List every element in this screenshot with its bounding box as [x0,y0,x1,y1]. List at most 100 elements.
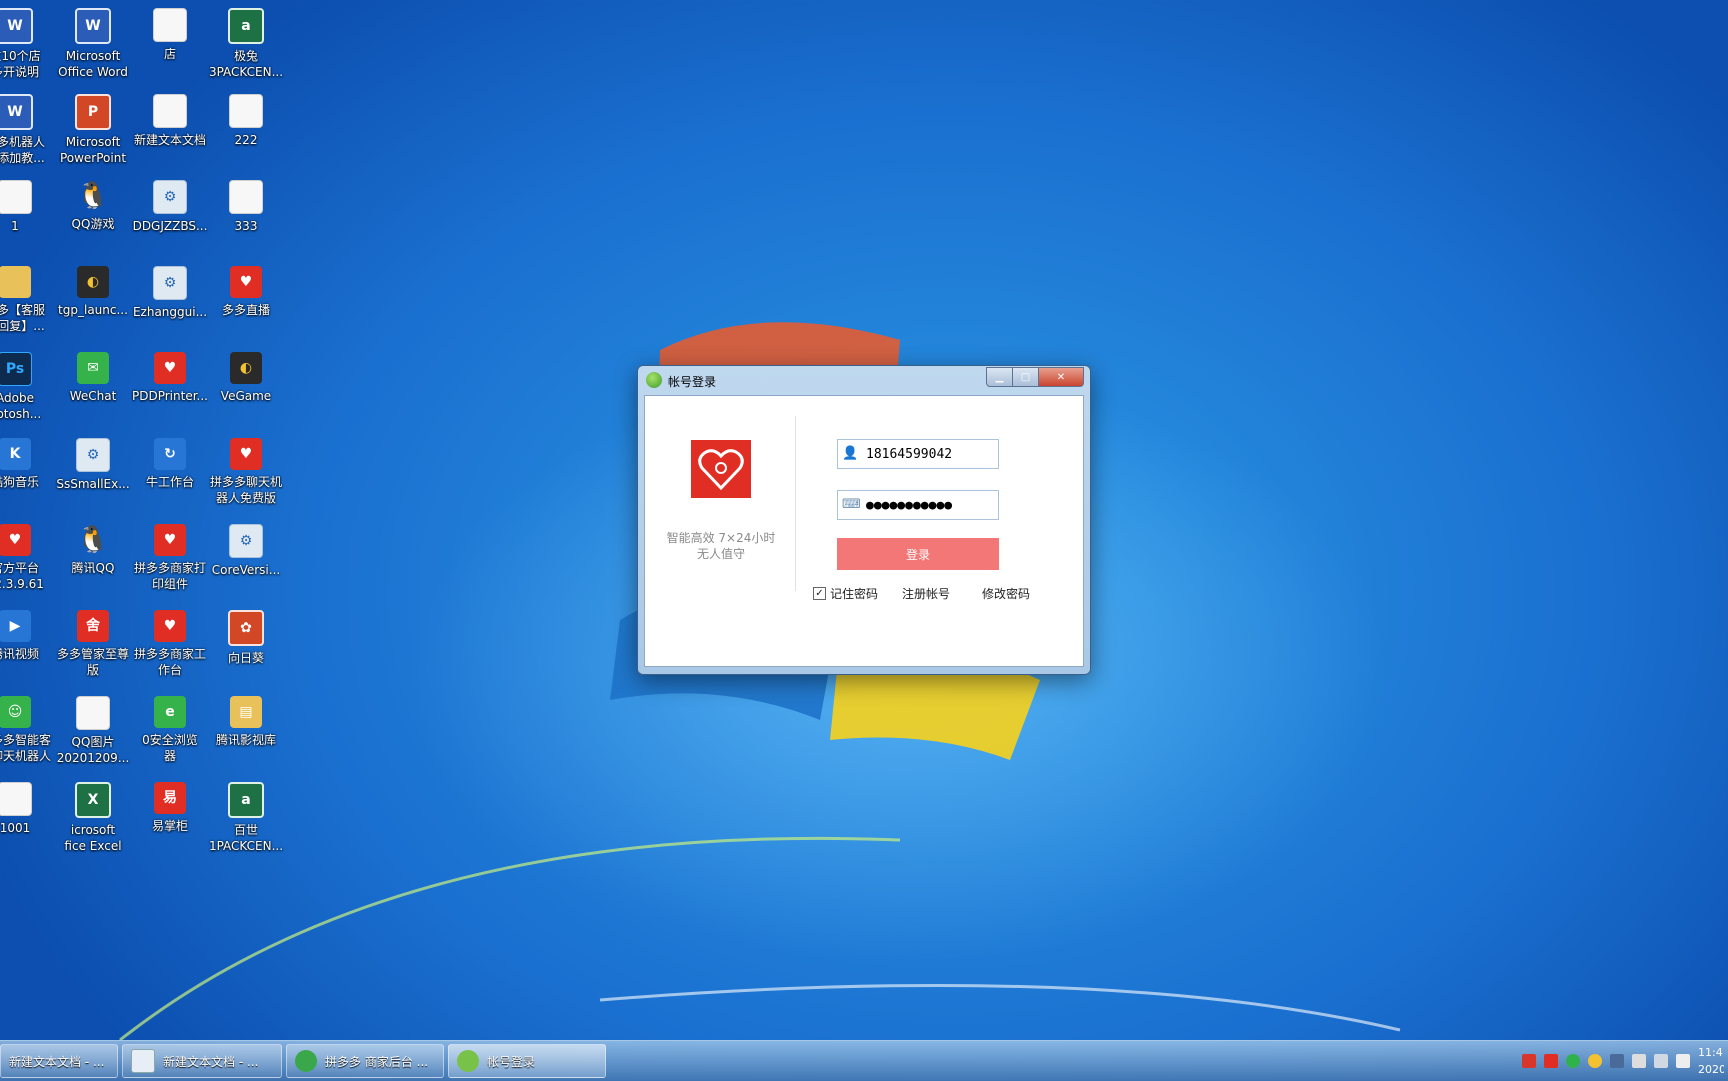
desktop-icon[interactable]: K 酷狗音乐 [0,438,54,490]
desktop-icon[interactable]: ↻ 牛工作台 [131,438,209,490]
tray-app-icon[interactable] [1522,1054,1536,1068]
volume-icon[interactable] [1632,1054,1646,1068]
desktop-icon[interactable]: W 多多机器人 服添加教... [0,94,54,166]
remember-password-checkbox[interactable]: ✓ 记住密码 [813,585,878,602]
network-icon[interactable] [1654,1054,1668,1068]
shortcut-icon: ✉ [77,352,109,384]
app-icon [646,372,662,388]
notification-icon[interactable] [1676,1054,1690,1068]
system-clock[interactable]: 11:4 2020 [1698,1044,1724,1078]
desktop-icon[interactable]: ♥ 拼多多商家打 印组件 [131,524,209,592]
shortcut-icon: Ps [0,352,32,386]
shortcut-icon: ⚙ [229,524,263,558]
desktop-icon-label: icrosoft fice Excel [64,823,122,853]
desktop-icon[interactable]: e 0安全浏览 器 [131,696,209,764]
desktop-icon[interactable]: ♥ 官方平台 V2.3.9.61 [0,524,54,592]
desktop-icon[interactable]: 1 [0,180,54,234]
shortcut-icon: ▶ [0,610,31,642]
desktop-icon[interactable]: a 极兔 3PACKCEN... [207,8,285,80]
desktop-icon[interactable]: 1001 [0,782,54,836]
desktop-icon-label: 1001 [0,821,31,835]
shortcut-icon: ♥ [0,524,31,556]
taskbar-item-account-login[interactable]: 帐号登录 [448,1044,606,1078]
desktop-icon[interactable]: ♥ 拼多多商家工 作台 [131,610,209,678]
desktop-icon-label: Adobe hotosh... [0,391,42,421]
desktop-icon[interactable]: ⚙ SsSmallEx... [54,438,132,492]
desktop-icon[interactable]: ⚙ CoreVersi... [207,524,285,578]
desktop-icon[interactable]: QQ图片 20201209... [54,696,132,766]
pinduoduo-tray-icon[interactable] [1544,1054,1558,1068]
shortcut-icon: ◐ [230,352,262,384]
desktop-icon-label: PDDPrinter... [132,389,208,403]
shortcut-icon: ▤ [230,696,262,728]
desktop-icon[interactable]: 222 [207,94,285,148]
desktop-icon[interactable]: a 百世 1PACKCEN... [207,782,285,854]
desktop-icon[interactable]: ✉ WeChat [54,352,132,404]
maximize-button[interactable]: □ [1013,367,1039,387]
username-input[interactable] [866,444,994,464]
checkbox-checked-icon[interactable]: ✓ [813,587,826,600]
desktop-icon[interactable]: 🐧 QQ游戏 [54,180,132,232]
desktop-icon[interactable]: 🐧 腾讯QQ [54,524,132,576]
shortcut-icon: 🐧 [77,524,109,556]
icon-glyph: ⚙ [239,533,253,549]
shortcut-icon: ♥ [154,610,186,642]
desktop-icon[interactable]: ▶ 腾讯视频 [0,610,54,662]
desktop-icon[interactable]: 易易掌柜 [131,782,209,834]
slogan-line-1: 智能高效 7×24小时 [666,531,776,545]
desktop-icon[interactable]: ✿ 向日葵 [207,610,285,666]
desktop-icon-label: 极兔 3PACKCEN... [208,49,284,79]
shortcut-icon: ⚙ [76,438,110,472]
desktop-icon-label: 多多【客服 动回复】... [0,303,45,333]
taskbar-item-label: 新建文本文档 - ... [9,1054,105,1069]
slogan-line-2: 无人值守 [696,547,745,561]
taskbar-item-notepad-2[interactable]: 新建文本文档 - ... [122,1044,282,1078]
desktop-icon[interactable]: Xicrosoft fice Excel [54,782,132,854]
dialog-titlebar[interactable]: 帐号登录 ▁ □ ✕ [638,366,1090,394]
shortcut-icon: ♥ [230,266,262,298]
shortcut-icon: ✿ [228,610,264,646]
password-input[interactable] [866,495,994,515]
desktop-icon[interactable]: ◐ tgp_launc... [54,266,132,318]
language-flag-icon[interactable] [1610,1054,1624,1068]
login-button[interactable]: 登录 [837,538,999,570]
close-button[interactable]: ✕ [1039,367,1084,387]
minimize-button[interactable]: ▁ [986,367,1013,387]
shortcut-icon [153,8,187,42]
taskbar-item-pdd-backend[interactable]: 拼多多 商家后台 ... [286,1044,444,1078]
desktop-icon[interactable]: 舍多多管家至尊 版 [54,610,132,678]
desktop-icon[interactable]: W 过10个店 多开说明 [0,8,54,80]
tray-plus-icon[interactable] [1588,1054,1602,1068]
slogan-text: 智能高效 7×24小时 无人值守 [651,530,791,562]
username-field[interactable]: 👤 [837,439,999,469]
desktop-icon-label: 0安全浏览 器 [142,733,198,763]
desktop-icon[interactable]: P Microsoft PowerPoint [54,94,132,166]
taskbar-item-notepad-1[interactable]: 新建文本文档 - ... [0,1044,118,1078]
desktop-icon[interactable]: ♥ PDDPrinter... [131,352,209,404]
desktop-icon-label: WeChat [69,389,117,403]
shortcut-icon [229,94,263,128]
desktop-icon[interactable]: 新建文本文档 [131,94,209,148]
desktop-icon[interactable]: ⚙ Ezhanggui... [131,266,209,320]
change-password-link[interactable]: 修改密码 [982,585,1030,602]
desktop-icon[interactable]: ◐ VeGame [207,352,285,404]
icon-glyph: ♥ [8,532,22,548]
desktop-icon[interactable]: ♥ 拼多多聊天机 器人免费版 [207,438,285,506]
tray-green-icon[interactable] [1566,1054,1580,1068]
desktop-icon[interactable]: ▤ 腾讯影视库 [207,696,285,748]
desktop-icon[interactable]: 333 [207,180,285,234]
desktop-icon[interactable]: 多多【客服 动回复】... [0,266,54,334]
desktop-icon-label: 官方平台 V2.3.9.61 [0,561,44,591]
register-account-link[interactable]: 注册帐号 [902,585,950,602]
desktop-icon[interactable]: ☺ 拼多多智能客 服聊天机器人 [0,696,54,764]
desktop-icon[interactable]: ⚙ DDGJZZBS... [131,180,209,234]
desktop-icon[interactable]: ♥ 多多直播 [207,266,285,318]
desktop-icon-label: QQ游戏 [71,217,115,231]
shortcut-icon: K [0,438,31,470]
password-field[interactable]: ⌨ [837,490,999,520]
desktop-icon[interactable]: 店 [131,8,209,62]
shortcut-icon: W [0,94,33,130]
desktop-icon[interactable]: Ps Adobe hotosh... [0,352,54,422]
desktop-icon[interactable]: W Microsoft Office Word [54,8,132,80]
desktop-icon-label: 向日葵 [227,651,264,665]
